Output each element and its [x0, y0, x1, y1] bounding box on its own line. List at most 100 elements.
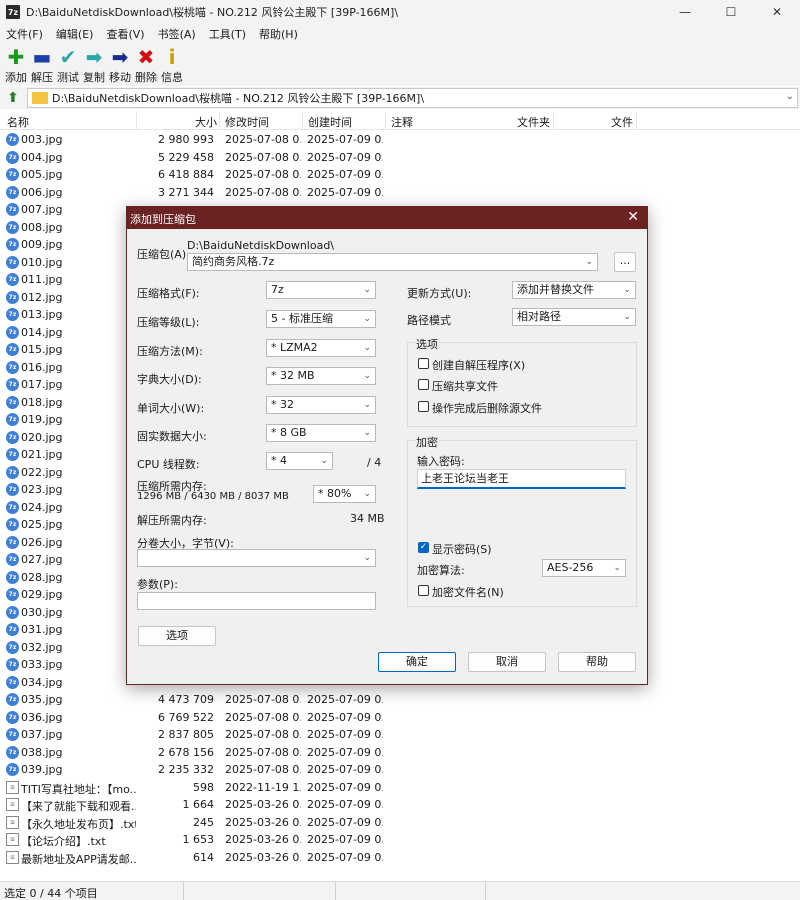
menu-help[interactable]: 帮助(H): [259, 26, 298, 42]
column-folders[interactable]: 文件夹: [517, 114, 550, 130]
options-button[interactable]: 选项: [138, 626, 216, 646]
table-row[interactable]: 7z036.jpg 6 769 522 2025-07-08 0... 2025-07…: [0, 709, 800, 727]
shared-files-checkbox[interactable]: [418, 379, 429, 390]
column-files[interactable]: 文件: [611, 114, 633, 130]
address-input[interactable]: D:\BaiduNetdiskDownload\桜桃喵 - NO.212 风铃公…: [27, 88, 798, 108]
toolbar-label: 添加: [5, 71, 27, 84]
file-created: 2025-07-09 0...: [307, 745, 383, 759]
table-row[interactable]: 7z039.jpg 2 235 332 2025-07-08 0... 2025-07…: [0, 761, 800, 779]
app-icon: 7z: [6, 5, 20, 19]
file-size: 2 678 156: [158, 745, 214, 759]
update-mode-label: 更新方式(U):: [407, 287, 472, 300]
file-name: 008.jpg: [21, 220, 63, 234]
file-name: 039.jpg: [21, 763, 63, 776]
toolbar-minus-button[interactable]: ▬ 解压: [29, 44, 55, 86]
chevron-down-icon: ⌄: [363, 371, 371, 381]
toolbar-info-button[interactable]: i 信息: [159, 44, 185, 86]
toolbar-plus-button[interactable]: ✚ 添加: [3, 44, 29, 86]
ok-button[interactable]: 确定: [378, 652, 456, 672]
solid-size-select[interactable]: * 8 GB ⌄: [266, 424, 376, 442]
table-row[interactable]: 7z003.jpg 2 980 993 2025-07-08 0... 2025-07…: [0, 131, 800, 149]
password-input[interactable]: 上老王论坛当老王: [417, 469, 626, 489]
file-created: 2025-07-09 0...: [307, 850, 383, 864]
close-button[interactable]: ✕: [754, 0, 800, 24]
up-folder-icon[interactable]: ⬆: [4, 89, 22, 107]
toolbar-check-button[interactable]: ✔ 测试: [55, 44, 81, 86]
file-modified: 2025-03-26 0...: [225, 815, 301, 829]
table-row[interactable]: ≡【来了就能下载和观看... 1 664 2025-03-26 0... 2025-0…: [0, 796, 800, 814]
cpu-threads-select[interactable]: * 4 ⌄: [266, 452, 333, 470]
table-row[interactable]: ≡【永久地址发布页】.txt 245 2025-03-26 0... 2025-07-…: [0, 814, 800, 832]
table-row[interactable]: 7z005.jpg 6 418 884 2025-07-08 0... 2025-07…: [0, 166, 800, 184]
file-name: 【来了就能下载和观看...: [21, 800, 136, 813]
table-row[interactable]: ≡TITI写真社地址：【mo... 598 2022-11-19 1... 2025-…: [0, 779, 800, 797]
toolbar-delete-x-button[interactable]: ✖ 删除: [133, 44, 159, 86]
update-mode-select[interactable]: 添加并替换文件 ⌄: [512, 281, 636, 299]
word-size-select[interactable]: * 32 ⌄: [266, 396, 376, 414]
path-mode-select[interactable]: 相对路径 ⌄: [512, 308, 636, 326]
update-mode-value: 添加并替换文件: [517, 283, 594, 296]
image-file-icon: 7z: [6, 588, 19, 601]
table-row[interactable]: 7z038.jpg 2 678 156 2025-07-08 0... 2025-07…: [0, 744, 800, 762]
file-name: 015.jpg: [21, 343, 63, 356]
sfx-checkbox[interactable]: [418, 358, 429, 369]
level-value: 5 - 标准压缩: [271, 312, 333, 325]
cancel-button[interactable]: 取消: [468, 652, 546, 672]
dictionary-select[interactable]: * 32 MB ⌄: [266, 367, 376, 385]
archive-directory: D:\BaiduNetdiskDownload\: [187, 239, 335, 252]
table-row[interactable]: 7z035.jpg 4 473 709 2025-07-08 0... 2025-07…: [0, 691, 800, 709]
menu-file[interactable]: 文件(F): [6, 26, 43, 42]
file-modified: 2025-07-08 0...: [225, 728, 301, 741]
column-name[interactable]: 名称: [7, 114, 29, 130]
method-select[interactable]: * LZMA2 ⌄: [266, 339, 376, 357]
menu-bookmarks[interactable]: 书签(A): [158, 26, 196, 42]
level-select[interactable]: 5 - 标准压缩 ⌄: [266, 310, 376, 328]
file-modified: 2025-07-08 0...: [225, 150, 301, 164]
column-comment[interactable]: 注释: [391, 114, 413, 130]
dialog-close-icon[interactable]: ✕: [627, 209, 639, 225]
maximize-button[interactable]: ☐: [708, 0, 754, 24]
image-file-icon: 7z: [6, 483, 19, 496]
table-row[interactable]: ≡【论坛介绍】.txt 1 653 2025-03-26 0... 2025-07-0…: [0, 831, 800, 849]
image-file-icon: 7z: [6, 290, 19, 304]
image-file-icon: 7z: [6, 413, 19, 426]
file-name: 【永久地址发布页】.txt: [21, 817, 136, 831]
column-modified[interactable]: 修改时间: [225, 114, 269, 130]
toolbar-copy-arrow-button[interactable]: ➡ 复制: [81, 44, 107, 86]
file-name: 035.jpg: [21, 693, 63, 706]
method-label: 压缩方法(M):: [137, 345, 203, 358]
show-password-label: 显示密码(S): [432, 543, 492, 556]
level-label: 压缩等级(L):: [137, 316, 200, 329]
menu-view[interactable]: 查看(V): [106, 26, 144, 42]
toolbar-label: 复制: [83, 71, 105, 84]
table-row[interactable]: 7z004.jpg 5 229 458 2025-07-08 0... 2025-07…: [0, 149, 800, 167]
encryption-method-select[interactable]: AES-256 ⌄: [542, 559, 626, 577]
table-row[interactable]: 7z006.jpg 3 271 344 2025-07-08 0... 2025-07…: [0, 184, 800, 202]
minimize-button[interactable]: —: [662, 0, 708, 24]
split-size-combo[interactable]: ⌄: [137, 549, 376, 567]
show-password-checkbox[interactable]: ✓: [418, 542, 429, 553]
chevron-down-icon[interactable]: ⌄: [786, 91, 794, 102]
menu-tools[interactable]: 工具(T): [209, 26, 246, 42]
column-size[interactable]: 大小: [195, 114, 217, 130]
file-size: 1 664: [182, 798, 215, 811]
menu-edit[interactable]: 编辑(E): [56, 26, 94, 42]
file-size: 3 271 344: [158, 185, 214, 199]
toolbar-move-arrow-button[interactable]: ➡ 移动: [107, 44, 133, 86]
archive-label: 压缩包(A): [137, 248, 187, 261]
toolbar-label: 信息: [161, 71, 183, 84]
browse-button[interactable]: ...: [614, 252, 636, 272]
archive-name-combo[interactable]: 简约商务风格.7z ⌄: [187, 253, 598, 271]
delete-after-checkbox[interactable]: [418, 401, 429, 412]
solid-size-label: 固实数据大小:: [137, 430, 207, 443]
column-created[interactable]: 创建时间: [308, 114, 352, 130]
table-row[interactable]: 7z037.jpg 2 837 805 2025-07-08 0... 2025-07…: [0, 726, 800, 744]
image-file-icon: 7z: [6, 430, 19, 444]
parameters-input[interactable]: [137, 592, 376, 610]
format-select[interactable]: 7z ⌄: [266, 281, 376, 299]
path-mode-label: 路径模式: [407, 314, 451, 327]
help-button[interactable]: 帮助: [558, 652, 636, 672]
table-row[interactable]: ≡最新地址及APP请发邮... 614 2025-03-26 0... 2025-07…: [0, 849, 800, 867]
encrypt-names-checkbox[interactable]: [418, 585, 429, 596]
memory-usage-select[interactable]: * 80% ⌄: [313, 485, 376, 503]
